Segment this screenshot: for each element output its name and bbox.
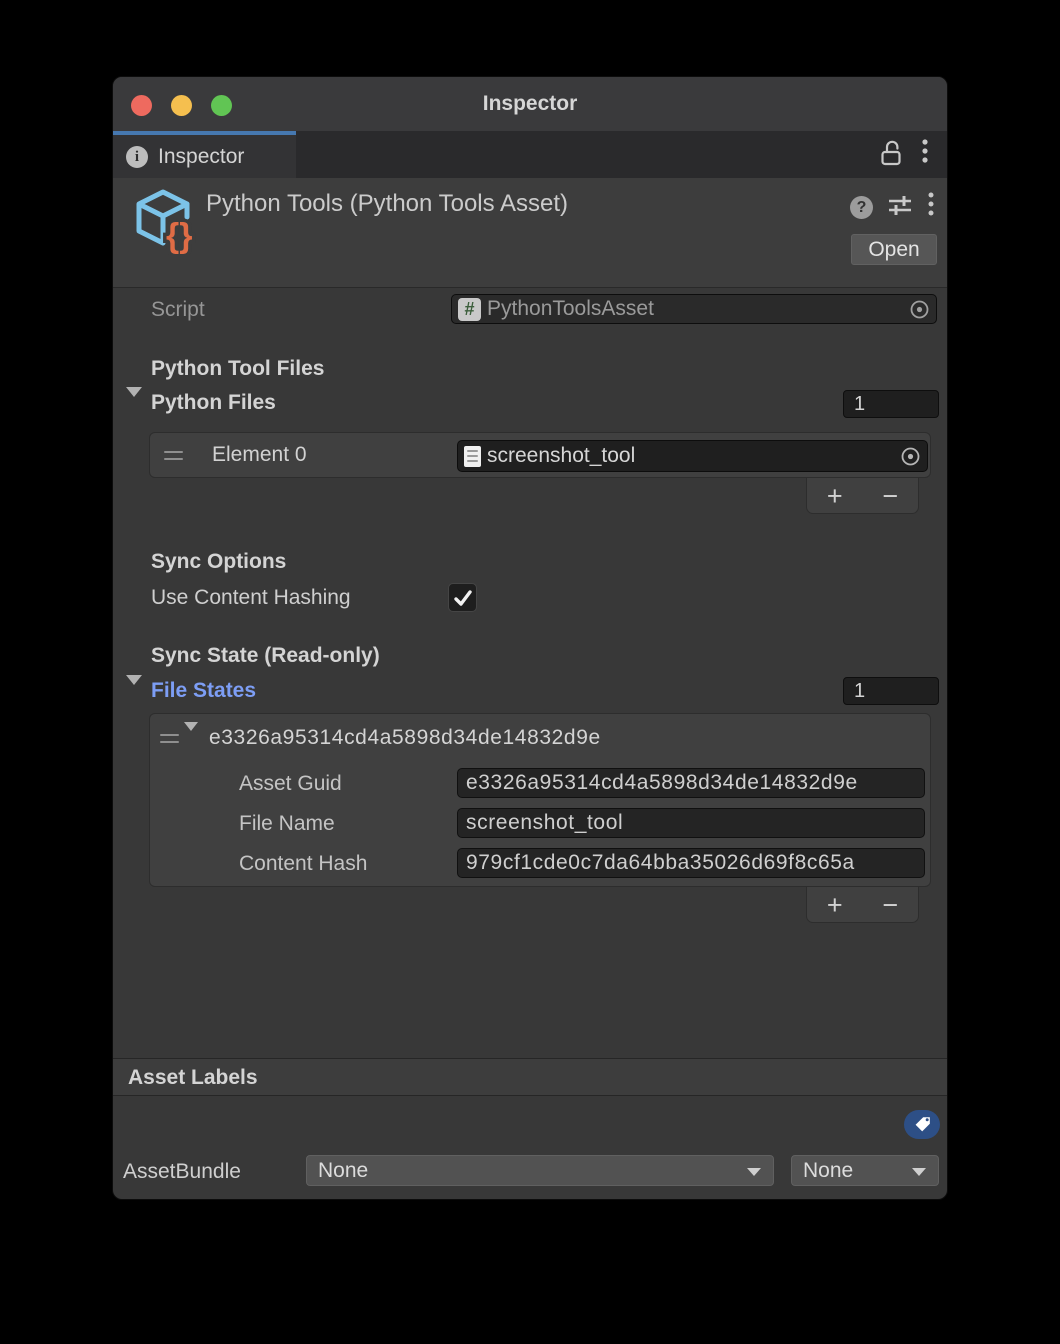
entry-drag-handle-icon[interactable] — [160, 734, 179, 743]
tab-menu-kebab-icon[interactable] — [921, 137, 929, 172]
object-picker-icon[interactable] — [909, 299, 930, 320]
content-hash-field[interactable]: 979cf1cde0c7da64bba35026d69f8c65a — [457, 848, 925, 878]
asset-labels-bar: Asset Labels — [113, 1058, 947, 1096]
script-object-field[interactable]: # PythonToolsAsset — [451, 294, 937, 324]
tab-strip: i Inspector — [113, 131, 947, 178]
use-content-hashing-label: Use Content Hashing — [151, 586, 351, 610]
python-tool-files-header: Python Tool Files — [151, 357, 324, 381]
entry-foldout-icon[interactable] — [184, 731, 198, 749]
text-asset-icon — [464, 446, 481, 467]
python-files-list: Element 0 screenshot_tool — [149, 432, 931, 478]
checkmark-icon — [452, 587, 474, 609]
file-name-field[interactable]: screenshot_tool — [457, 808, 925, 838]
remove-element-button[interactable]: − — [870, 481, 910, 511]
asset-guid-label: Asset Guid — [239, 772, 342, 796]
script-label: Script — [151, 298, 205, 322]
file-states-list: e3326a95314cd4a5898d34de14832d9e Asset G… — [149, 713, 931, 887]
file-states-label[interactable]: File States — [151, 679, 256, 703]
assetbundle-dropdown-value: None — [318, 1159, 368, 1182]
asset-header: {} Python Tools (Python Tools Asset) ? O… — [113, 178, 947, 288]
asset-label-tag-button[interactable] — [904, 1110, 940, 1139]
element-0-object-field[interactable]: screenshot_tool — [457, 440, 928, 472]
remove-entry-button[interactable]: − — [870, 890, 910, 920]
python-files-foldout-icon[interactable] — [126, 397, 142, 415]
assetbundle-dropdown[interactable]: None — [306, 1155, 774, 1186]
sync-state-header: Sync State (Read-only) — [151, 644, 380, 668]
help-icon[interactable]: ? — [850, 196, 873, 219]
python-files-add-remove-bar: + − — [806, 478, 919, 514]
file-states-foldout-icon[interactable] — [126, 685, 142, 703]
asset-labels-header: Asset Labels — [128, 1066, 258, 1090]
svg-text:{}: {} — [166, 217, 192, 255]
python-files-count-field[interactable]: 1 — [843, 390, 939, 418]
tab-label: Inspector — [158, 145, 244, 169]
csharp-script-icon: # — [458, 298, 481, 321]
add-element-button[interactable]: + — [815, 481, 855, 511]
info-icon: i — [126, 146, 148, 168]
scriptable-object-cube-icon: {} — [133, 187, 197, 260]
file-states-count-field[interactable]: 1 — [843, 677, 939, 705]
open-button[interactable]: Open — [851, 234, 937, 265]
element-drag-handle-icon[interactable] — [164, 451, 183, 460]
header-menu-kebab-icon[interactable] — [927, 191, 935, 224]
unlock-icon[interactable] — [879, 139, 903, 171]
python-files-label[interactable]: Python Files — [151, 391, 276, 415]
element-0-label: Element 0 — [212, 443, 307, 467]
tab-inspector[interactable]: i Inspector — [113, 131, 296, 178]
script-field-value: PythonToolsAsset — [487, 297, 903, 321]
inspector-window: Inspector i Inspector — [112, 76, 948, 1200]
chevron-down-icon — [912, 1168, 926, 1176]
assetbundle-variant-dropdown[interactable]: None — [791, 1155, 939, 1186]
add-entry-button[interactable]: + — [815, 890, 855, 920]
window-title: Inspector — [113, 77, 947, 131]
sync-options-header: Sync Options — [151, 550, 286, 574]
chevron-down-icon — [747, 1168, 761, 1176]
asset-guid-field[interactable]: e3326a95314cd4a5898d34de14832d9e — [457, 768, 925, 798]
assetbundle-label: AssetBundle — [123, 1160, 241, 1184]
assetbundle-variant-value: None — [803, 1159, 853, 1182]
window-titlebar[interactable]: Inspector — [113, 77, 947, 131]
presets-icon[interactable] — [888, 193, 912, 222]
file-name-label: File Name — [239, 812, 335, 836]
entry-id[interactable]: e3326a95314cd4a5898d34de14832d9e — [209, 726, 601, 750]
file-states-add-remove-bar: + − — [806, 887, 919, 923]
content-hash-label: Content Hash — [239, 852, 367, 876]
asset-title: Python Tools (Python Tools Asset) — [206, 190, 568, 218]
element-0-value: screenshot_tool — [487, 444, 894, 468]
object-picker-icon[interactable] — [900, 446, 921, 467]
use-content-hashing-checkbox[interactable] — [448, 583, 477, 612]
tag-icon — [913, 1115, 932, 1134]
